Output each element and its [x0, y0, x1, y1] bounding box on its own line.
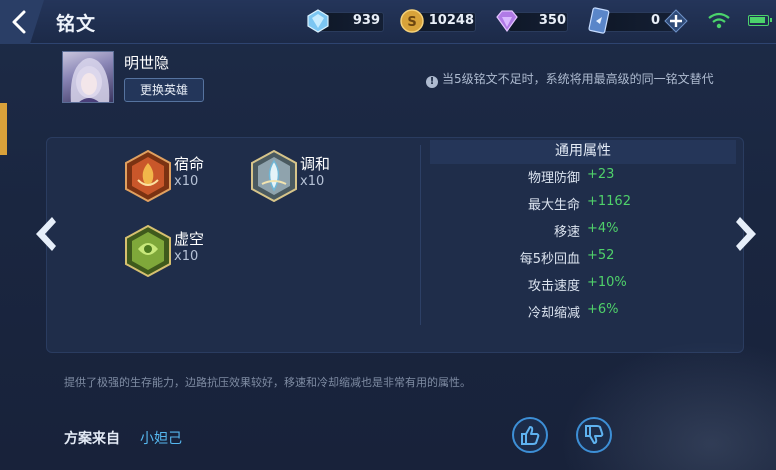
inscription-name: 宿命: [174, 155, 205, 173]
wifi-icon: [708, 12, 730, 29]
hero-portrait: [62, 51, 114, 103]
attribute-row: 物理防御 +23: [440, 167, 740, 187]
change-hero-button[interactable]: 更换英雄: [124, 78, 204, 102]
resource-ticket: 0: [586, 7, 690, 34]
plan-description: 提供了极强的生存能力，边路抗压效果较好，移速和冷却缩减也是非常有用的属性。: [64, 376, 471, 389]
attribute-label: 最大生命: [527, 198, 580, 213]
resource-gold: S 10248: [400, 8, 478, 34]
diamond-icon: [307, 9, 329, 33]
resource-crystal: 350: [494, 8, 570, 34]
gold-coin-icon: S: [400, 9, 424, 33]
inscription-count: x10: [174, 249, 199, 264]
source-label: 方案来自: [64, 431, 120, 447]
top-bar: 铭文 939 S 10248 350 0: [0, 0, 776, 44]
attribute-row: 每5秒回血 +52: [440, 248, 740, 268]
like-button[interactable]: [512, 417, 548, 453]
fate-inscription-icon: [125, 149, 171, 203]
attributes-title: 通用属性: [430, 140, 736, 164]
attribute-label: 攻击速度: [527, 279, 580, 294]
attribute-label: 移速: [553, 225, 580, 240]
attribute-row: 最大生命 +1162: [440, 194, 740, 214]
attribute-value: +23: [587, 167, 615, 182]
left-accent-strip: [0, 103, 7, 155]
attribute-row: 攻击速度 +10%: [440, 275, 740, 295]
card-ticket-icon: [588, 7, 610, 34]
inscription-count: x10: [300, 174, 325, 189]
harmony-inscription-icon: [251, 149, 297, 203]
attribute-row: 冷却缩减 +6%: [440, 302, 740, 322]
gold-count: 10248: [428, 13, 474, 28]
attribute-value: +10%: [587, 275, 627, 290]
notice-text: 当5级铭文不足时，系统将用最高级的同一铭文替代: [442, 72, 714, 86]
attribute-label: 冷却缩减: [527, 306, 580, 321]
inscription-item[interactable]: 调和 x10: [250, 149, 370, 204]
hero-name: 明世隐: [124, 54, 170, 72]
crystal-count: 350: [538, 13, 566, 28]
page-title: 铭文: [56, 13, 97, 35]
replacement-notice: ! 当5级铭文不足时，系统将用最高级的同一铭文替代: [426, 70, 714, 88]
attribute-value: +52: [587, 248, 615, 263]
battery-icon: [748, 15, 772, 26]
svg-text:S: S: [407, 15, 416, 30]
prev-arrow-icon[interactable]: [32, 213, 60, 255]
crystal-icon: [496, 10, 518, 33]
add-plus-icon[interactable]: [664, 9, 688, 33]
inscription-item[interactable]: 虚空 x10: [124, 224, 244, 279]
attribute-value: +6%: [587, 302, 619, 317]
dislike-button[interactable]: [576, 417, 612, 453]
inscription-count: x10: [174, 174, 199, 189]
void-inscription-icon: [125, 224, 171, 278]
resource-diamond: 939: [306, 8, 386, 34]
attribute-label: 每5秒回血: [519, 252, 580, 267]
thumbs-up-icon: [521, 426, 540, 445]
attribute-row: 移速 +4%: [440, 221, 740, 241]
info-icon: !: [426, 76, 438, 88]
attribute-label: 物理防御: [527, 171, 580, 186]
attribute-value: +1162: [587, 194, 631, 209]
diamond-count: 939: [352, 13, 380, 28]
inscription-name: 虚空: [174, 230, 205, 248]
ticket-count: 0: [650, 13, 660, 28]
thumbs-down-icon: [585, 425, 604, 444]
panel-divider: [420, 145, 421, 325]
attribute-value: +4%: [587, 221, 619, 236]
inscription-item[interactable]: 宿命 x10: [124, 149, 244, 204]
inscription-name: 调和: [300, 155, 331, 173]
source-author-link[interactable]: 小妲己: [140, 428, 182, 448]
back-arrow-icon: [0, 0, 44, 44]
back-button[interactable]: [0, 0, 44, 44]
